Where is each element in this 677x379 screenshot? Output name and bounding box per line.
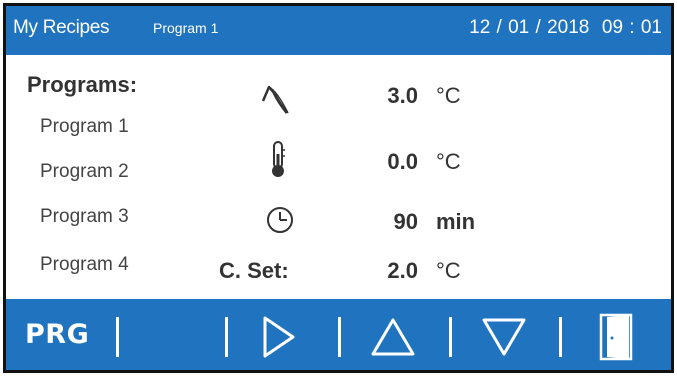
prg-button[interactable]: PRG: [3, 299, 113, 373]
exit-button[interactable]: [565, 299, 671, 373]
play-button[interactable]: [231, 299, 335, 373]
temperature-unit: °C: [436, 149, 461, 174]
toolbar-divider: [116, 317, 119, 357]
temperature-value[interactable]: 0.0: [348, 149, 418, 175]
down-arrow-icon: [482, 318, 526, 356]
cset-unit: °C: [436, 258, 461, 283]
down-button[interactable]: [455, 299, 555, 373]
date-time-display: 12 / 01 / 2018 09 : 01: [469, 17, 662, 38]
program-item-4[interactable]: Program 4: [40, 254, 129, 276]
up-arrow-icon: [371, 318, 415, 356]
ramp-value[interactable]: 3.0: [348, 83, 418, 109]
toolbar-divider: [449, 317, 452, 357]
programs-heading: Programs:: [27, 72, 138, 97]
time-value[interactable]: 90: [348, 209, 418, 235]
cset-label: C. Set:: [219, 258, 289, 283]
device-screen: My Recipes Program 1 12 / 01 / 2018 09 :…: [3, 3, 674, 373]
clock-icon: [265, 205, 295, 240]
ramp-unit: °C: [436, 83, 461, 108]
bottom-toolbar: PRG: [3, 299, 674, 373]
play-icon: [263, 316, 295, 358]
up-button[interactable]: [344, 299, 445, 373]
toolbar-divider: [559, 317, 562, 357]
current-program-name: Program 1: [153, 20, 219, 36]
ramp-icon: [261, 77, 293, 122]
program-item-3[interactable]: Program 3: [40, 206, 129, 228]
time-unit: min: [436, 209, 476, 234]
exit-door-icon: [599, 313, 633, 361]
toolbar-divider: [338, 317, 341, 357]
cset-value[interactable]: 2.0: [348, 258, 418, 284]
program-item-1[interactable]: Program 1: [40, 116, 129, 138]
toolbar-divider: [225, 317, 228, 357]
app-title: My Recipes: [13, 17, 110, 38]
program-item-2[interactable]: Program 2: [40, 161, 129, 183]
header-bar: My Recipes Program 1 12 / 01 / 2018 09 :…: [3, 3, 674, 55]
prg-label: PRG: [25, 319, 90, 350]
thermometer-icon: [269, 140, 287, 185]
